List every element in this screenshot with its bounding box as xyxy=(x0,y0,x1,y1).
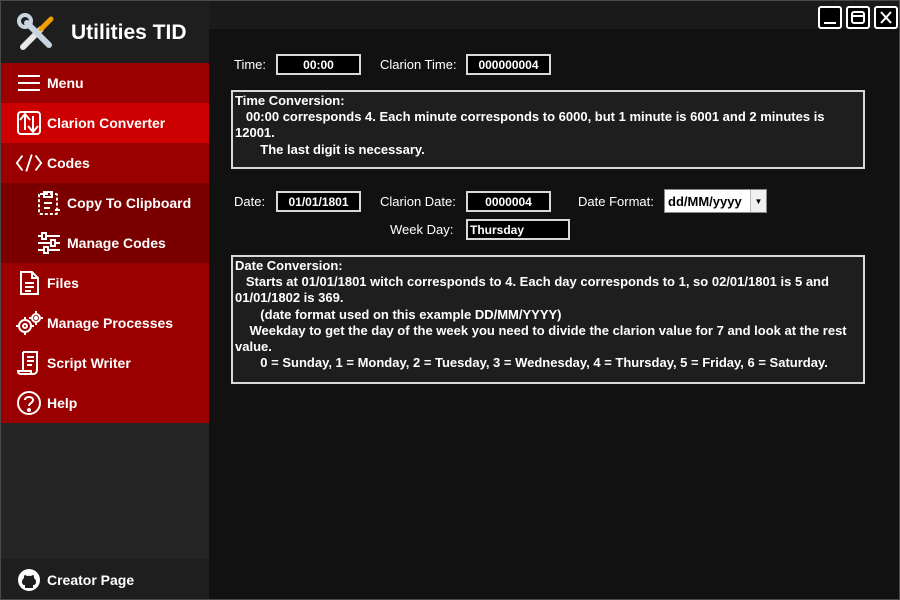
date-conversion-box: Date Conversion: Starts at 01/01/1801 wi… xyxy=(231,255,865,384)
restore-icon xyxy=(851,11,865,24)
time-conversion-heading: Time Conversion: xyxy=(235,93,345,108)
date-conversion-line: Starts at 01/01/1801 witch corresponds t… xyxy=(235,274,833,306)
date-format-value: dd/MM/yyyy xyxy=(668,193,742,209)
sidebar-item-label: Script Writer xyxy=(47,355,131,371)
script-icon xyxy=(15,350,43,376)
sidebar-item-files[interactable]: Files xyxy=(1,263,209,303)
sidebar-item-codes[interactable]: Codes xyxy=(1,143,209,183)
date-format-label: Date Format: xyxy=(578,194,654,209)
minimize-icon xyxy=(824,22,836,24)
sidebar-item-clarion-converter[interactable]: Clarion Converter xyxy=(1,103,209,143)
creator-page-label: Creator Page xyxy=(47,572,135,588)
sidebar-item-label: Codes xyxy=(47,155,90,171)
minimize-button[interactable] xyxy=(818,6,842,29)
app-window: Utilities TID Menu Clarion Converter Cod… xyxy=(0,0,900,600)
clarion-time-label: Clarion Time: xyxy=(380,57,457,72)
date-conversion-line: Weekday to get the day of the week you n… xyxy=(235,322,851,355)
week-day-label: Week Day: xyxy=(390,222,454,237)
time-conversion-box: Time Conversion: 00:00 corresponds 4. Ea… xyxy=(231,90,865,169)
sidebar-item-label: Files xyxy=(47,275,79,291)
sidebar-item-label: Clarion Converter xyxy=(47,115,166,131)
sidebar-item-copy-to-clipboard[interactable]: Copy To Clipboard xyxy=(1,183,209,223)
date-conversion-heading: Date Conversion: xyxy=(235,258,343,273)
title-bar xyxy=(209,1,899,29)
sidebar-item-label: Manage Codes xyxy=(67,235,166,251)
chevron-down-icon: ▼ xyxy=(750,190,766,212)
sidebar-item-label: Manage Processes xyxy=(47,315,174,331)
clipboard-icon xyxy=(35,190,63,216)
sidebar-nav: Menu Clarion Converter Codes Copy To Cli… xyxy=(1,63,209,423)
close-icon xyxy=(880,11,892,24)
sidebar-item-help[interactable]: Help xyxy=(1,383,209,423)
time-conversion-line: 00:00 corresponds 4. Each minute corresp… xyxy=(235,109,829,141)
time-input[interactable]: 00:00 xyxy=(276,54,361,75)
sidebar-item-manage-codes[interactable]: Manage Codes xyxy=(1,223,209,263)
convert-icon xyxy=(15,110,43,136)
clarion-converter-panel: Time: 00:00 Clarion Time: 000000004 Time… xyxy=(209,29,899,599)
sidebar: Utilities TID Menu Clarion Converter Cod… xyxy=(1,1,209,599)
tools-icon xyxy=(17,13,57,53)
clarion-date-input[interactable]: 0000004 xyxy=(466,191,551,212)
close-button[interactable] xyxy=(874,6,898,29)
time-conversion-line: The last digit is necessary. xyxy=(235,141,425,157)
date-conversion-line: (date format used on this example DD/MM/… xyxy=(235,306,562,322)
creator-page-link[interactable]: Creator Page xyxy=(1,559,209,599)
brand-header: Utilities TID xyxy=(1,1,209,63)
date-input[interactable]: 01/01/1801 xyxy=(276,191,361,212)
sidebar-item-script-writer[interactable]: Script Writer xyxy=(1,343,209,383)
clarion-time-input[interactable]: 000000004 xyxy=(466,54,551,75)
week-day-input[interactable]: Thursday xyxy=(466,219,570,240)
maximize-button[interactable] xyxy=(846,6,870,29)
sidebar-item-menu[interactable]: Menu xyxy=(1,63,209,103)
sidebar-item-manage-processes[interactable]: Manage Processes xyxy=(1,303,209,343)
help-icon xyxy=(15,390,43,416)
date-conversion-line: 0 = Sunday, 1 = Monday, 2 = Tuesday, 3 =… xyxy=(235,355,828,371)
file-icon xyxy=(15,270,43,296)
date-label: Date: xyxy=(234,194,266,209)
sidebar-item-label: Help xyxy=(47,395,78,411)
github-icon xyxy=(17,568,41,592)
sidebar-item-label: Menu xyxy=(47,75,84,91)
sidebar-item-label: Copy To Clipboard xyxy=(67,195,192,211)
date-format-select[interactable]: dd/MM/yyyy ▼ xyxy=(664,189,767,213)
hamburger-icon xyxy=(15,70,43,96)
sliders-icon xyxy=(35,230,63,256)
gears-icon xyxy=(15,310,43,336)
clarion-date-label: Clarion Date: xyxy=(380,194,456,209)
app-title: Utilities TID xyxy=(71,21,187,44)
code-icon xyxy=(15,150,43,176)
time-label: Time: xyxy=(234,57,267,72)
